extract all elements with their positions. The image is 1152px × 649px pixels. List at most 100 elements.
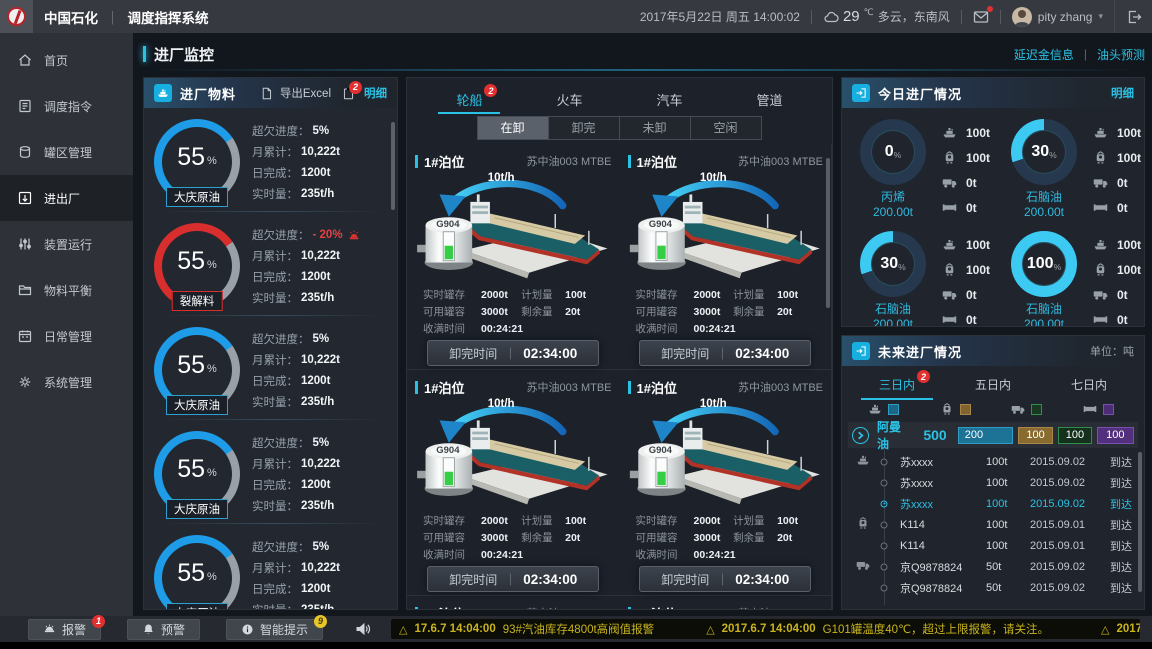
tab-label: 轮船 [456, 93, 482, 108]
sidebar-item-in-out[interactable]: 进出厂 [0, 175, 133, 221]
progress-donut: 55% 大庆原油 [154, 535, 240, 609]
material-name-tag[interactable]: 大庆原油 [166, 187, 228, 207]
train-amount: 100t [1117, 151, 1141, 165]
timeline [876, 577, 892, 598]
stat-value: 3000t [481, 532, 508, 544]
material-name-tag[interactable]: 大庆原油 [166, 603, 228, 609]
divider [1000, 10, 1001, 24]
berth-card: 1#泊位 苏中油003 MTBE 10t/h G904 实时罐存2000t [407, 144, 620, 370]
ship-amount: 100t [966, 126, 990, 140]
stat-row: 剩余量20t [733, 529, 798, 546]
arrival-row[interactable]: 苏xxxx 100t 2015.09.02 到达 [850, 493, 1140, 514]
berth-card-header: 1#泊位 苏中油003 MTBE [628, 150, 824, 172]
arrival-row[interactable]: 苏xxxx 100t 2015.09.02 到达 [850, 451, 1140, 472]
material-name-tag[interactable]: 大庆原油 [166, 499, 228, 519]
link-oil-head-forecast[interactable]: 油头预测 [1097, 46, 1145, 63]
smart-tip-button[interactable]: 智能提示 9 [226, 619, 323, 640]
truck-color-swatch [1031, 404, 1042, 415]
mail-icon[interactable] [973, 9, 989, 25]
arrival-status: 到达 [1110, 517, 1140, 533]
today-detail-link[interactable]: 明细 [1111, 85, 1134, 101]
tank-icon [17, 144, 33, 160]
stat-row: 超欠进度： 5% [252, 432, 391, 453]
train-icon [940, 402, 954, 416]
truck-icon [1011, 402, 1025, 416]
stat-label: 计划量 [733, 287, 777, 302]
stat-value: 5% [313, 333, 330, 345]
expand-icon[interactable] [852, 427, 869, 444]
sidebar-item-daily[interactable]: 日常管理 [0, 313, 133, 359]
arrival-row[interactable]: K114 100t 2015.09.01 到达 [850, 514, 1140, 535]
range-tab[interactable]: 三日内 2 [875, 374, 919, 400]
datetime: 2017年5月22日 周五 14:00:02 [640, 8, 800, 25]
unload-time-button[interactable]: 卸完时间 ｜ 02:34:00 [427, 566, 599, 592]
transport-tab[interactable]: 火车 [552, 88, 586, 114]
stat-value: 20t [777, 306, 792, 318]
logout-button[interactable] [1114, 0, 1152, 33]
transport-tab[interactable]: 轮船 2 [452, 88, 486, 114]
speaker-icon[interactable] [355, 621, 371, 637]
alert-ticker: △ 17.6.7 14:04:00 93#汽油库存4800t高阀值报警 △ 20… [391, 619, 1140, 639]
gauge-percent-value: 100 [1027, 255, 1054, 273]
material-block: 55% 大庆原油 超欠进度： 5% [154, 420, 391, 524]
arrival-row[interactable]: K114 100t 2015.09.01 到达 [850, 535, 1140, 556]
sidebar-item-tank-area[interactable]: 罐区管理 [0, 129, 133, 175]
dashboard-columns: 进厂物料 导出Excel 2 明细 [143, 77, 1145, 610]
materials-panel-icon [154, 84, 172, 102]
user-menu[interactable]: pity zhang ▾ [1012, 7, 1103, 27]
dispatch-order-icon [17, 98, 33, 114]
sidebar-item-label: 物料平衡 [44, 282, 92, 299]
export-excel-button[interactable]: 导出Excel [280, 85, 331, 101]
arrival-row[interactable]: 京Q9878824 50t 2015.09.02 到达 [850, 556, 1140, 577]
arrival-row[interactable]: 苏xxxx 100t 2015.09.02 到达 [850, 472, 1140, 493]
range-tab[interactable]: 五日内 [971, 374, 1015, 400]
plan-stats: 计划量100t 剩余量20t [521, 286, 586, 320]
arrival-row[interactable]: 京Q9878824 50t 2015.09.02 到达 [850, 577, 1140, 598]
alarm-button[interactable]: 报警 1 [28, 619, 101, 640]
warning-button[interactable]: 预警 [127, 619, 200, 640]
timeline-dot [881, 521, 888, 528]
transport-tab[interactable]: 管道 [753, 88, 787, 114]
sidebar-item-unit-operation[interactable]: 装置运行 [0, 221, 133, 267]
sidebar-item-system[interactable]: 系统管理 [0, 359, 133, 405]
status-subtab[interactable]: 空闲 [690, 116, 762, 140]
sidebar-item-dispatch[interactable]: 调度指令 [0, 83, 133, 129]
unload-time-button[interactable]: 卸完时间 ｜ 02:34:00 [427, 340, 599, 366]
export-excel-icon[interactable] [260, 87, 273, 100]
sidebar-item-home[interactable]: 首页 [0, 37, 133, 83]
intake-gauge: 30 % [1011, 119, 1077, 185]
material-name-tag[interactable]: 裂解料 [172, 291, 223, 311]
today-intake-panel: 今日进厂情况 明细 [841, 77, 1145, 327]
scrollbar[interactable] [826, 158, 830, 308]
stat-value: 3000t [481, 306, 508, 318]
material-name: 石脑油 [1005, 188, 1083, 205]
stat-label: 日完成： [252, 269, 298, 285]
stat-value: 20t [777, 532, 792, 544]
range-tab[interactable]: 七日内 [1067, 374, 1111, 400]
records-icon[interactable]: 2 [342, 87, 355, 100]
arrival-date: 2015.09.02 [1030, 498, 1110, 510]
scrollbar[interactable] [1138, 452, 1142, 592]
stat-row: 超欠进度： 5% [252, 120, 391, 141]
carrier-name: K114 [892, 540, 986, 552]
gauge-percent-unit: % [207, 363, 217, 375]
status-subtab[interactable]: 未卸 [619, 116, 691, 140]
truck-icon [1093, 175, 1108, 190]
status-subtab[interactable]: 卸完 [548, 116, 620, 140]
link-delay-fee[interactable]: 延迟金信息 [1014, 46, 1074, 63]
transport-tab[interactable]: 汽车 [653, 88, 687, 114]
stat-value: 2000t [694, 289, 721, 301]
status-subtab[interactable]: 在卸 [477, 116, 549, 140]
unload-time-button[interactable]: 卸完时间 ｜ 02:34:00 [639, 566, 811, 592]
unload-time-button[interactable]: 卸完时间 ｜ 02:34:00 [639, 340, 811, 366]
page-header: 进厂监控 延迟金信息 | 油头预测 [143, 37, 1145, 71]
material-name-tag[interactable]: 大庆原油 [166, 395, 228, 415]
scrollbar[interactable] [391, 122, 395, 210]
sidebar-item-material-balance[interactable]: 物料平衡 [0, 267, 133, 313]
materials-panel-header: 进厂物料 导出Excel 2 明细 [144, 78, 397, 108]
unload-label: 卸完时间 [661, 345, 709, 362]
materials-detail-link[interactable]: 明细 [364, 85, 387, 101]
carrier-qty: 50t [986, 561, 1030, 573]
timeline-dot [881, 500, 888, 507]
stat-value: 10,222t [301, 250, 340, 262]
